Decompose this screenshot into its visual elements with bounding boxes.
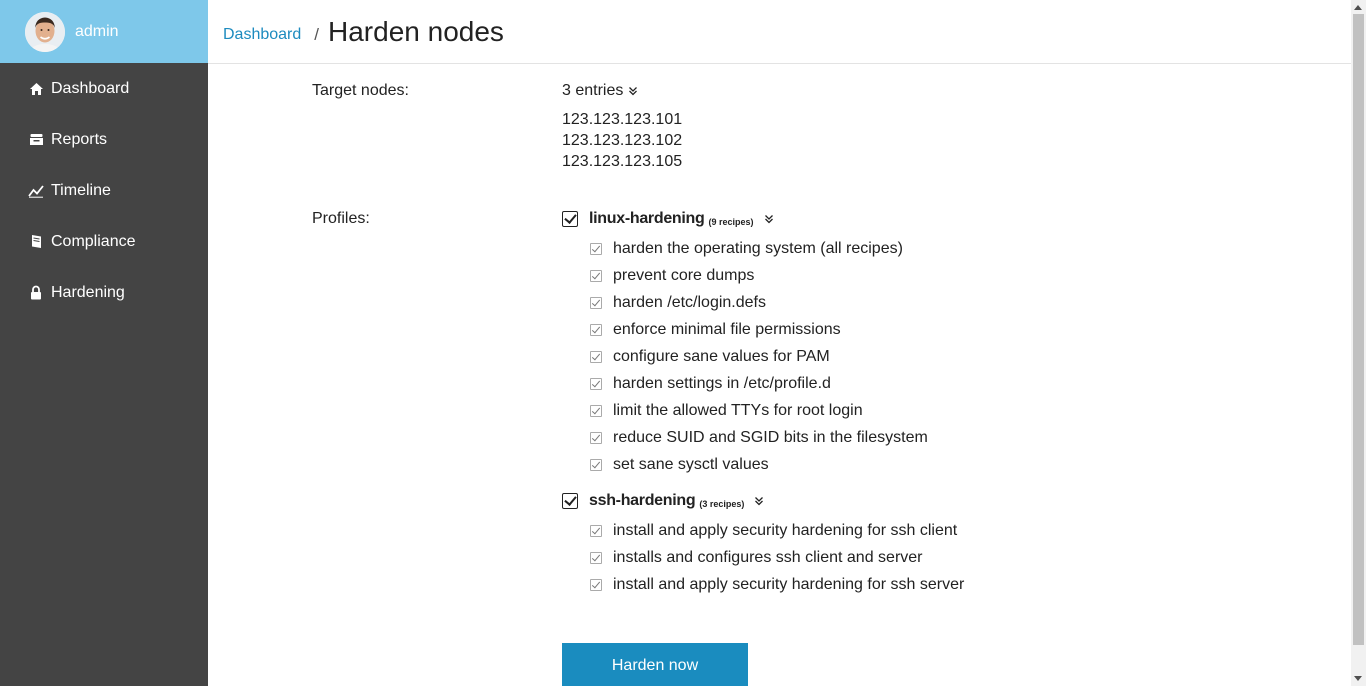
book-icon (28, 234, 44, 250)
recipe-label: enforce minimal file permissions (613, 320, 841, 338)
scroll-thumb[interactable] (1353, 14, 1364, 645)
recipe-item: harden settings in /etc/profile.d (590, 370, 928, 397)
double-chevron-down-icon (628, 86, 638, 96)
target-nodes-label: Target nodes: (312, 82, 409, 99)
sidebar-item-label: Dashboard (51, 79, 130, 97)
profile-ssh-hardening: ssh-hardening (3 recipes) install and ap… (562, 491, 964, 598)
sidebar-item-timeline[interactable]: Timeline (0, 165, 208, 216)
recipe-count: (3 recipes) (699, 498, 745, 509)
recipe-label: limit the allowed TTYs for root login (613, 401, 863, 419)
recipe-checkbox[interactable] (590, 431, 602, 444)
recipe-item: install and apply security hardening for… (590, 517, 964, 544)
lock-icon (28, 285, 44, 301)
recipe-list: harden the operating system (all recipes… (590, 235, 928, 478)
recipe-label: set sane sysctl values (613, 455, 769, 473)
sidebar-nav: Dashboard Reports Timeline Compliance Ha… (0, 63, 208, 318)
home-icon (28, 81, 44, 97)
recipe-label: installs and configures ssh client and s… (613, 548, 923, 566)
scroll-down-arrow[interactable] (1354, 676, 1362, 681)
profile-checkbox[interactable] (562, 211, 578, 227)
inbox-icon (28, 132, 44, 148)
double-chevron-down-icon[interactable] (764, 214, 774, 224)
vertical-scrollbar[interactable] (1351, 0, 1366, 686)
trend-icon (28, 183, 44, 199)
sidebar-item-label: Reports (51, 130, 108, 148)
recipe-item: set sane sysctl values (590, 451, 928, 478)
recipe-label: reduce SUID and SGID bits in the filesys… (613, 428, 928, 446)
entries-count: 3 entries (562, 82, 624, 99)
avatar (25, 11, 65, 52)
recipe-list: install and apply security hardening for… (590, 517, 964, 598)
recipe-label: configure sane values for PAM (613, 347, 830, 365)
page-title: Harden nodes (328, 15, 504, 47)
recipe-checkbox[interactable] (590, 578, 602, 591)
sidebar-item-hardening[interactable]: Hardening (0, 267, 208, 318)
recipe-checkbox[interactable] (590, 524, 602, 537)
recipe-item: reduce SUID and SGID bits in the filesys… (590, 424, 928, 451)
recipe-checkbox[interactable] (590, 404, 602, 417)
sidebar-item-label: Hardening (51, 283, 125, 301)
sidebar-item-dashboard[interactable]: Dashboard (0, 63, 208, 114)
recipe-checkbox[interactable] (590, 458, 602, 471)
recipe-item: harden /etc/login.defs (590, 289, 928, 316)
sidebar: admin Dashboard Reports Timeline Complia… (0, 0, 208, 686)
harden-now-button[interactable]: Harden now (562, 643, 748, 686)
profile-name: linux-hardening (589, 210, 705, 227)
recipe-label: harden settings in /etc/profile.d (613, 374, 831, 392)
page-header: Dashboard / Harden nodes (208, 0, 1351, 64)
recipe-item: configure sane values for PAM (590, 343, 928, 370)
recipe-label: harden /etc/login.defs (613, 293, 766, 311)
breadcrumb-separator: / (314, 25, 320, 44)
sidebar-item-label: Compliance (51, 232, 136, 250)
node-item: 123.123.123.102 (562, 132, 683, 149)
node-item: 123.123.123.105 (562, 153, 683, 170)
recipe-checkbox[interactable] (590, 242, 602, 255)
recipe-item: limit the allowed TTYs for root login (590, 397, 928, 424)
recipe-checkbox[interactable] (590, 323, 602, 336)
sidebar-item-label: Timeline (51, 181, 111, 199)
entries-toggle[interactable]: 3 entries (562, 82, 638, 100)
node-item: 123.123.123.101 (562, 111, 683, 128)
recipe-item: enforce minimal file permissions (590, 316, 928, 343)
node-list: 123.123.123.101 123.123.123.102 123.123.… (562, 109, 682, 172)
recipe-item: installs and configures ssh client and s… (590, 544, 964, 571)
recipe-count: (9 recipes) (708, 216, 754, 227)
recipe-item: harden the operating system (all recipes… (590, 235, 928, 262)
recipe-checkbox[interactable] (590, 377, 602, 390)
profile-linux-hardening: linux-hardening (9 recipes) harden the o… (562, 209, 928, 478)
recipe-label: prevent core dumps (613, 266, 755, 284)
user-name: admin (75, 22, 119, 40)
recipe-checkbox[interactable] (590, 551, 602, 564)
recipe-label: install and apply security hardening for… (613, 575, 965, 593)
recipe-item: prevent core dumps (590, 262, 928, 289)
profile-name: ssh-hardening (589, 492, 696, 509)
double-chevron-down-icon[interactable] (754, 496, 764, 506)
scroll-up-arrow[interactable] (1354, 5, 1362, 10)
recipe-item: install and apply security hardening for… (590, 571, 964, 598)
sidebar-item-reports[interactable]: Reports (0, 114, 208, 165)
recipe-label: harden the operating system (all recipes… (613, 239, 903, 257)
recipe-checkbox[interactable] (590, 269, 602, 282)
profiles-label: Profiles: (312, 210, 370, 227)
breadcrumb-dashboard-link[interactable]: Dashboard (223, 26, 301, 44)
recipe-checkbox[interactable] (590, 296, 602, 309)
sidebar-item-compliance[interactable]: Compliance (0, 216, 208, 267)
recipe-label: install and apply security hardening for… (613, 521, 958, 539)
user-panel[interactable]: admin (0, 0, 208, 63)
recipe-checkbox[interactable] (590, 350, 602, 363)
profile-checkbox[interactable] (562, 493, 578, 509)
